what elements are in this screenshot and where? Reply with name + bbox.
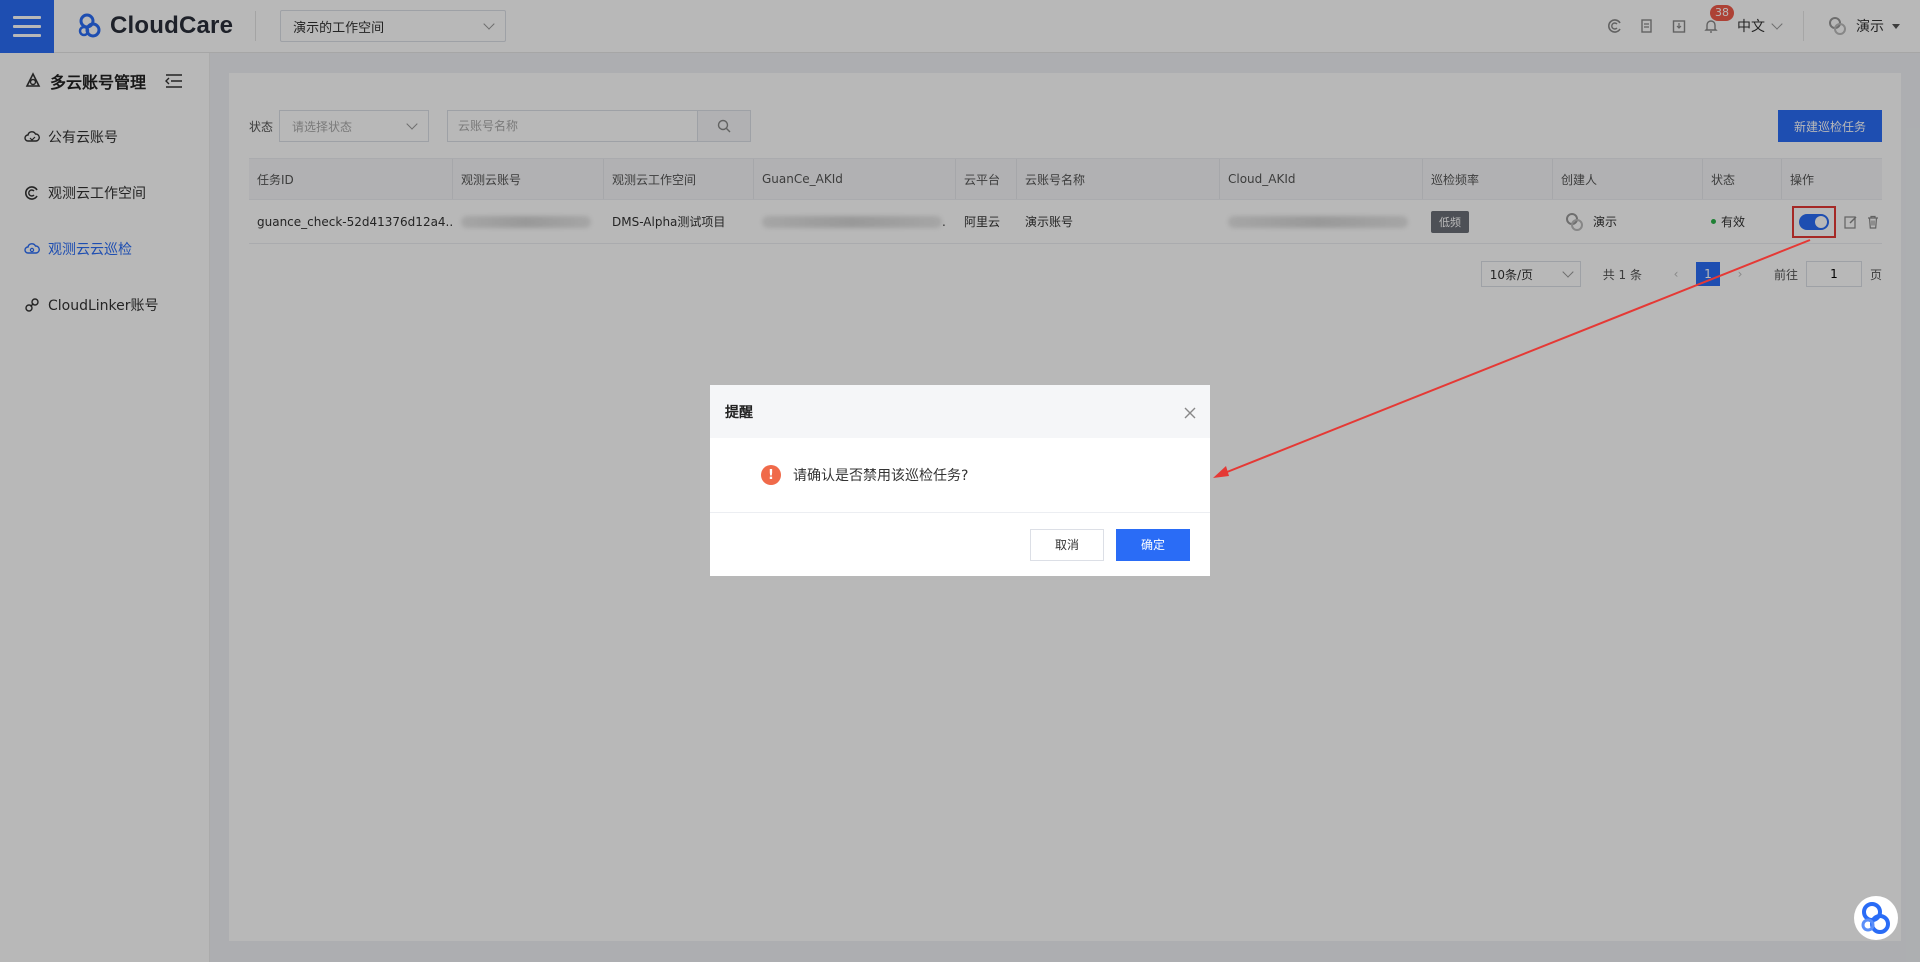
dialog-title: 提醒 [725, 404, 753, 421]
dialog-body: ! 请确认是否禁用该巡检任务? [710, 438, 1210, 513]
assistant-logo-icon [1861, 902, 1890, 934]
confirm-button[interactable]: 确定 [1116, 528, 1190, 561]
cancel-button[interactable]: 取消 [1030, 528, 1104, 561]
help-assistant-button[interactable] [1854, 896, 1898, 940]
warning-icon: ! [761, 465, 781, 485]
dialog-message: 请确认是否禁用该巡检任务? [793, 468, 969, 484]
dialog-footer: 取消 确定 [710, 513, 1210, 576]
confirm-dialog: 提醒 ! 请确认是否禁用该巡检任务? 取消 确定 [710, 385, 1210, 576]
dialog-header: 提醒 [710, 385, 1210, 438]
close-icon[interactable] [1184, 407, 1196, 419]
